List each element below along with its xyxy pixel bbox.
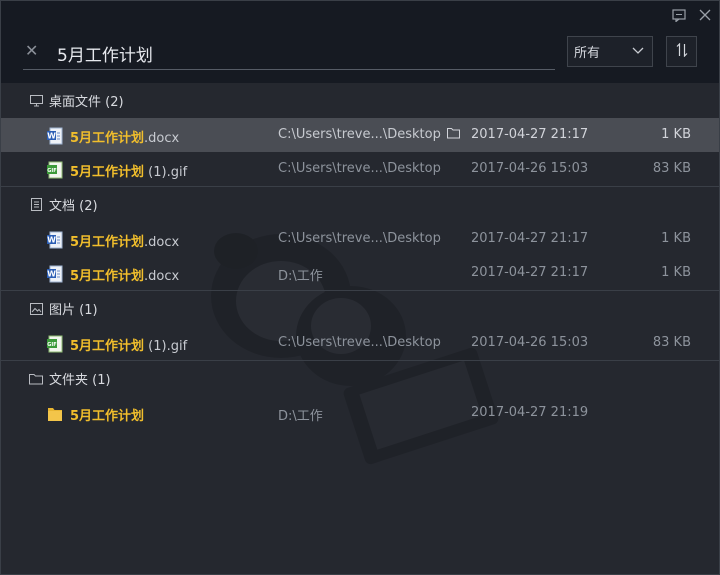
open-folder-icon[interactable] bbox=[447, 127, 461, 141]
feedback-icon[interactable] bbox=[671, 7, 687, 23]
result-row[interactable]: GIF 5月工作计划 (1).gif C:\Users\treve...\Deskt… bbox=[1, 326, 719, 360]
svg-text:GIF: GIF bbox=[47, 168, 56, 174]
file-date: 2017-04-26 15:03 bbox=[471, 161, 589, 176]
group-label: 文档 (2) bbox=[49, 199, 98, 214]
svg-text:GIF: GIF bbox=[47, 342, 56, 348]
file-name: 5月工作计划 (1).gif bbox=[70, 335, 187, 354]
group-label: 桌面文件 (2) bbox=[49, 95, 124, 110]
group-label: 图片 (1) bbox=[49, 303, 98, 318]
gif-image-icon: GIF bbox=[47, 335, 63, 353]
chevron-down-icon bbox=[632, 44, 644, 59]
search-header: ✕ 所有 bbox=[1, 1, 719, 83]
file-date: 2017-04-27 21:17 bbox=[471, 231, 589, 246]
result-group: 文件夹 (1) 5月工作计划 D:\工作 2017-04-27 21:19 bbox=[1, 360, 719, 430]
file-name-match: 5月工作计划 bbox=[70, 165, 145, 180]
clear-x-icon[interactable]: ✕ bbox=[25, 41, 38, 60]
file-size: 1 KB bbox=[661, 265, 691, 280]
file-date: 2017-04-26 15:03 bbox=[471, 335, 589, 350]
group-label: 文件夹 (1) bbox=[49, 373, 111, 388]
folder-icon bbox=[47, 405, 63, 421]
file-size: 83 KB bbox=[652, 335, 691, 350]
search-window: ✕ 所有 桌面文件 (2)W5月工作计划.docxC:\Users\treve.… bbox=[0, 0, 720, 575]
search-input[interactable] bbox=[55, 38, 539, 68]
svg-text:W: W bbox=[47, 132, 56, 141]
file-size: 83 KB bbox=[652, 161, 691, 176]
filter-selected-label: 所有 bbox=[574, 46, 601, 61]
result-group: 图片 (1) GIF 5月工作计划 (1).gif C:\Users\treve...… bbox=[1, 290, 719, 360]
file-path: D:\工作 bbox=[278, 409, 323, 424]
file-name-match: 5月工作计划 bbox=[70, 269, 145, 284]
group-header[interactable]: 桌面文件 (2) bbox=[1, 83, 719, 118]
word-doc-icon: W bbox=[47, 265, 63, 283]
file-date: 2017-04-27 21:17 bbox=[471, 265, 589, 280]
file-name: 5月工作计划 bbox=[70, 405, 144, 424]
gif-image-icon: GIF bbox=[47, 161, 63, 179]
result-row[interactable]: W 5月工作计划.docx C:\Users\treve...\Desktop 201… bbox=[1, 222, 719, 256]
file-path: C:\Users\treve...\Desktop bbox=[278, 161, 441, 176]
result-row[interactable]: GIF 5月工作计划 (1).gif C:\Users\treve...\Deskt… bbox=[1, 152, 719, 186]
file-name: 5月工作计划.docx bbox=[70, 265, 179, 284]
file-name-match: 5月工作计划 bbox=[70, 339, 145, 354]
filter-dropdown[interactable]: 所有 bbox=[567, 36, 653, 67]
result-row[interactable]: W 5月工作计划.docx D:\工作 2017-04-27 21:17 1 KB bbox=[1, 256, 719, 290]
svg-text:W: W bbox=[47, 236, 56, 245]
search-bar: ✕ bbox=[23, 37, 555, 70]
word-doc-icon: W bbox=[47, 127, 63, 145]
results-list: 桌面文件 (2) W 5月工作计划.docx C:\Users\treve...\De… bbox=[1, 83, 719, 430]
file-name-extension: .docx bbox=[144, 269, 180, 284]
result-row[interactable]: W 5月工作计划.docx C:\Users\treve...\Desktop 201… bbox=[1, 118, 719, 152]
file-name-extension: (1).gif bbox=[144, 165, 188, 180]
file-name: 5月工作计划 (1).gif bbox=[70, 161, 187, 180]
group-header[interactable]: 文档 (2) bbox=[1, 187, 719, 222]
file-date: 2017-04-27 21:19 bbox=[471, 405, 589, 420]
group-header[interactable]: 文件夹 (1) bbox=[1, 361, 719, 396]
file-name-match: 5月工作计划 bbox=[70, 131, 145, 146]
window-controls bbox=[671, 7, 713, 23]
sort-button[interactable] bbox=[666, 36, 697, 67]
result-group: 桌面文件 (2) W 5月工作计划.docx C:\Users\treve...\De… bbox=[1, 83, 719, 186]
file-path: C:\Users\treve...\Desktop bbox=[278, 127, 441, 142]
close-icon[interactable] bbox=[697, 7, 713, 23]
sort-arrows-icon bbox=[676, 42, 688, 61]
word-doc-icon: W bbox=[47, 231, 63, 249]
file-path: C:\Users\treve...\Desktop bbox=[278, 335, 441, 350]
picture-icon bbox=[29, 302, 43, 316]
file-name: 5月工作计划.docx bbox=[70, 127, 179, 146]
result-row[interactable]: 5月工作计划 D:\工作 2017-04-27 21:19 bbox=[1, 396, 719, 430]
file-date: 2017-04-27 21:17 bbox=[471, 127, 589, 142]
svg-text:W: W bbox=[47, 270, 56, 279]
result-group: 文档 (2) W 5月工作计划.docx C:\Users\treve...\Desk… bbox=[1, 186, 719, 290]
file-name-match: 5月工作计划 bbox=[70, 235, 145, 250]
file-name-extension: .docx bbox=[144, 131, 180, 146]
file-name-match: 5月工作计划 bbox=[70, 409, 145, 424]
file-path: C:\Users\treve...\Desktop bbox=[278, 231, 441, 246]
file-size: 1 KB bbox=[661, 127, 691, 142]
file-path: D:\工作 bbox=[278, 269, 323, 284]
file-name-extension: .docx bbox=[144, 235, 180, 250]
file-name: 5月工作计划.docx bbox=[70, 231, 179, 250]
file-size: 1 KB bbox=[661, 231, 691, 246]
monitor-icon bbox=[29, 94, 43, 108]
folder-outline-icon bbox=[29, 372, 43, 386]
file-name-extension: (1).gif bbox=[144, 339, 188, 354]
document-icon bbox=[29, 198, 43, 212]
group-header[interactable]: 图片 (1) bbox=[1, 291, 719, 326]
